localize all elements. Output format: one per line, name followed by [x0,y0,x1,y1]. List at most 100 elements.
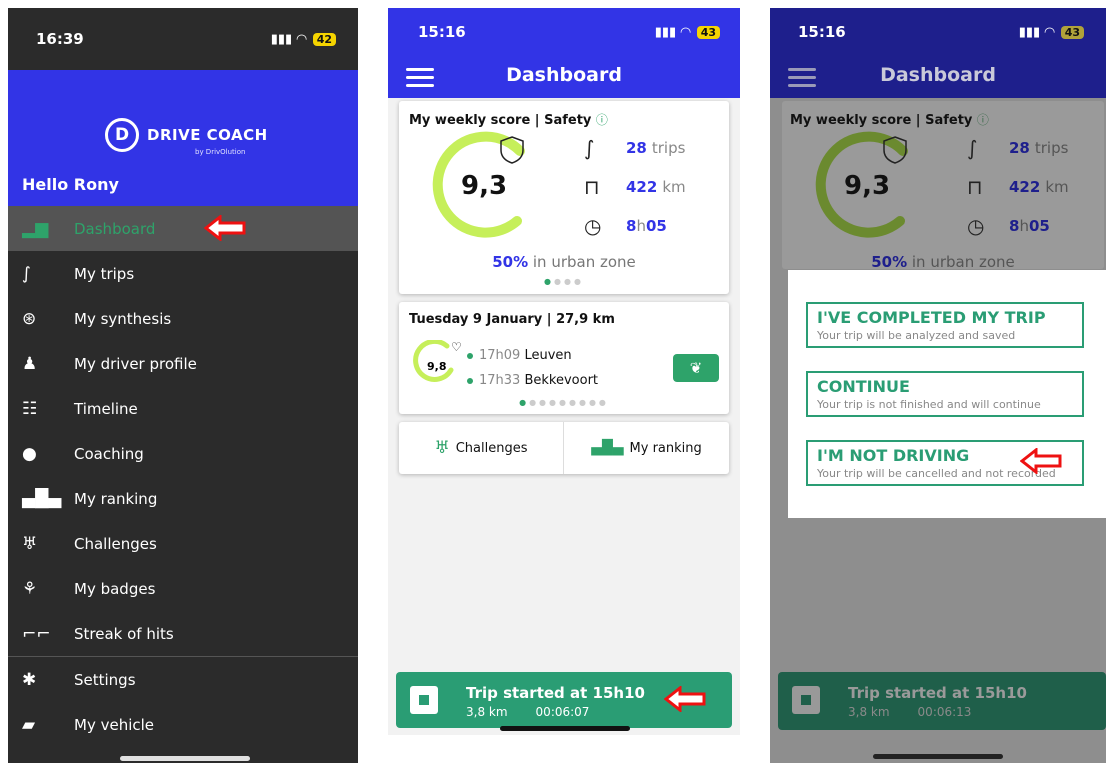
red-arrow-icon [664,686,706,712]
menu-item-my-vehicle[interactable]: ▰ My vehicle [8,702,358,747]
option-title: CONTINUE [817,377,910,396]
trip-duration: 00:06:07 [535,705,590,719]
menu-item-driver-profile[interactable]: ♟ My driver profile [8,341,358,386]
menu-item-my-ranking[interactable]: ▄█▄ My ranking [8,476,358,521]
gear-icon: ✱ [22,669,37,690]
status-icons: ▮▮▮ ◠ 42 [271,32,336,47]
stat-duration: ◷ 8 h 05 [584,214,672,238]
menu-item-my-synthesis[interactable]: ⊛ My synthesis [8,296,358,341]
menu-item-label: Coaching [74,444,144,463]
trip-started-title: Trip started at 15h10 [466,684,645,702]
status-time: 15:16 [418,23,466,41]
trip-in-progress-banner-dimmed: Trip started at 15h10 3,8 km 00:06:13 [778,672,1106,730]
phone-dashboard-screen: 15:16 ▮▮▮ ◠ 43 Dashboard My weekly score… [388,8,740,735]
info-icon[interactable]: ⓘ [596,113,608,127]
leaf-icon: ❦ [689,359,703,377]
trip-started-title: Trip started at 15h10 [848,684,1027,702]
route-icon: ∫ [584,136,595,160]
status-icons: ▮▮▮ ◠ 43 [655,25,720,40]
menu-item-label: My vehicle [74,715,155,734]
menu-item-label: My badges [74,579,156,598]
stairs-icon: ⌐⌐ [22,623,51,644]
drive-coach-logo: D DRIVE COACH by DrivOlution [105,118,268,156]
option-title: I'VE COMPLETED MY TRIP [817,308,1046,327]
battery-icon: 42 [312,32,336,46]
trips-unit: trips [1034,139,1069,157]
trips-value: 28 [626,139,647,157]
status-bar: 15:16 ▮▮▮ ◠ 43 [388,8,740,56]
menu-item-label: My synthesis [74,309,172,328]
time-sep: h [636,217,646,235]
status-bar: 16:39 ▮▮▮ ◠ 42 [8,8,358,70]
road-icon: ⊓ [967,175,983,199]
continue-option[interactable]: CONTINUE Your trip is not finished and w… [806,371,1084,417]
challenges-link[interactable]: ♅ Challenges [399,422,564,474]
start-place: Leuven [524,348,572,363]
route-icon: ∫ [967,136,978,160]
pager-dots: ●●●●●●●●● [519,398,609,407]
menu-item-label: Streak of hits [74,624,174,643]
phone-modal-screen: 15:16 ▮▮▮ ◠ 43 Dashboard My weekly score… [770,8,1106,763]
menu-item-my-trips[interactable]: ∫ My trips [8,251,358,296]
podium-icon: ▄█▄ [591,440,624,456]
not-driving-option[interactable]: I'M NOT DRIVING Your trip will be cancel… [806,440,1084,486]
urban-zone-text: 50% in urban zone [399,253,729,271]
trip-score-value: 9,8 [427,360,447,373]
weekly-score-title: My weekly score | Safety [409,113,592,128]
podium-icon: ▄█▄ [22,488,62,509]
option-title: I'M NOT DRIVING [817,446,970,465]
trip-km: 3,8 km [466,705,508,719]
stat-trips: ∫ 28 trips [584,136,685,160]
ranking-link[interactable]: ▄█▄ My ranking [564,422,729,474]
urban-zone-text: 50% in urban zone [782,253,1104,271]
trip-progress: 3,8 km 00:06:13 [848,705,971,719]
logo-byline: by DrivOlution [195,148,246,156]
completed-trip-option[interactable]: I'VE COMPLETED MY TRIP Your trip will be… [806,302,1084,348]
steering-wheel-icon: ⊛ [22,308,37,329]
weekly-score-card[interactable]: My weekly score | Safety ⓘ 9,3 ∫ 28 trips … [399,101,729,294]
logo-mark: D [105,118,139,152]
menu-item-streak-of-hits[interactable]: ⌐⌐ Streak of hits [8,611,358,656]
menu-item-my-badges[interactable]: ⚘ My badges [8,566,358,611]
links-card: ♅ Challenges ▄█▄ My ranking [399,422,729,474]
menu-item-label: Challenges [74,534,157,553]
bar-chart-icon: ▂▆ [22,218,49,239]
eco-leaf-button[interactable]: ❦ [673,354,719,382]
menu-item-timeline[interactable]: ☷ Timeline [8,386,358,431]
km-value: 422 [626,178,658,196]
red-arrow-icon [204,215,246,241]
menu-item-label: My ranking [74,489,158,508]
menu-item-coaching[interactable]: ● Coaching [8,431,358,476]
menu-item-dashboard[interactable]: ▂▆ Dashboard [8,206,358,251]
stat-distance: ⊓ 422 km [967,175,1069,199]
trip-title: Tuesday 9 January | 27,9 km [409,312,615,327]
stop-trip-button [792,686,820,714]
urban-label: in urban zone [911,253,1015,271]
menu-item-challenges[interactable]: ♅ Challenges [8,521,358,566]
weekly-score-card-dimmed: My weekly score | Safety ⓘ 9,3 ∫ 28 trips … [782,101,1104,271]
stop-trip-button[interactable] [410,686,438,714]
km-unit: km [662,178,686,196]
last-trip-card[interactable]: Tuesday 9 January | 27,9 km 9,8 ♡ 17h09 … [399,302,729,414]
phone-menu-screen: 16:39 ▮▮▮ ◠ 42 D DRIVE COACH by DrivOlut… [8,8,358,763]
urban-value: 50% [492,253,529,271]
status-bar: 15:16 ▮▮▮ ◠ 43 [770,8,1106,56]
menu-item-label: Timeline [74,399,138,418]
battery-icon: 43 [696,25,720,39]
menu-item-label: Dashboard [74,219,156,238]
trip-duration: 00:06:13 [917,705,972,719]
menu-item-settings[interactable]: ✱ Settings [8,657,358,702]
time-sep: h [1019,217,1029,235]
time-hours: 8 [626,217,637,235]
car-icon: ▰ [22,714,36,735]
menu-header: D DRIVE COACH by DrivOlution Hello Rony [8,70,358,206]
greeting: Hello Rony [22,175,119,194]
battery-icon: 43 [1060,25,1084,39]
trip-in-progress-banner[interactable]: Trip started at 15h10 3,8 km 00:06:07 [396,672,732,728]
shield-icon: ♡ [451,340,462,354]
shield-icon [883,136,907,164]
trip-end: 17h33 Bekkevoort [467,373,598,388]
challenges-label: Challenges [455,440,528,456]
chat-bubble-icon: ● [22,443,37,464]
timeline-icon: ☷ [22,398,38,419]
